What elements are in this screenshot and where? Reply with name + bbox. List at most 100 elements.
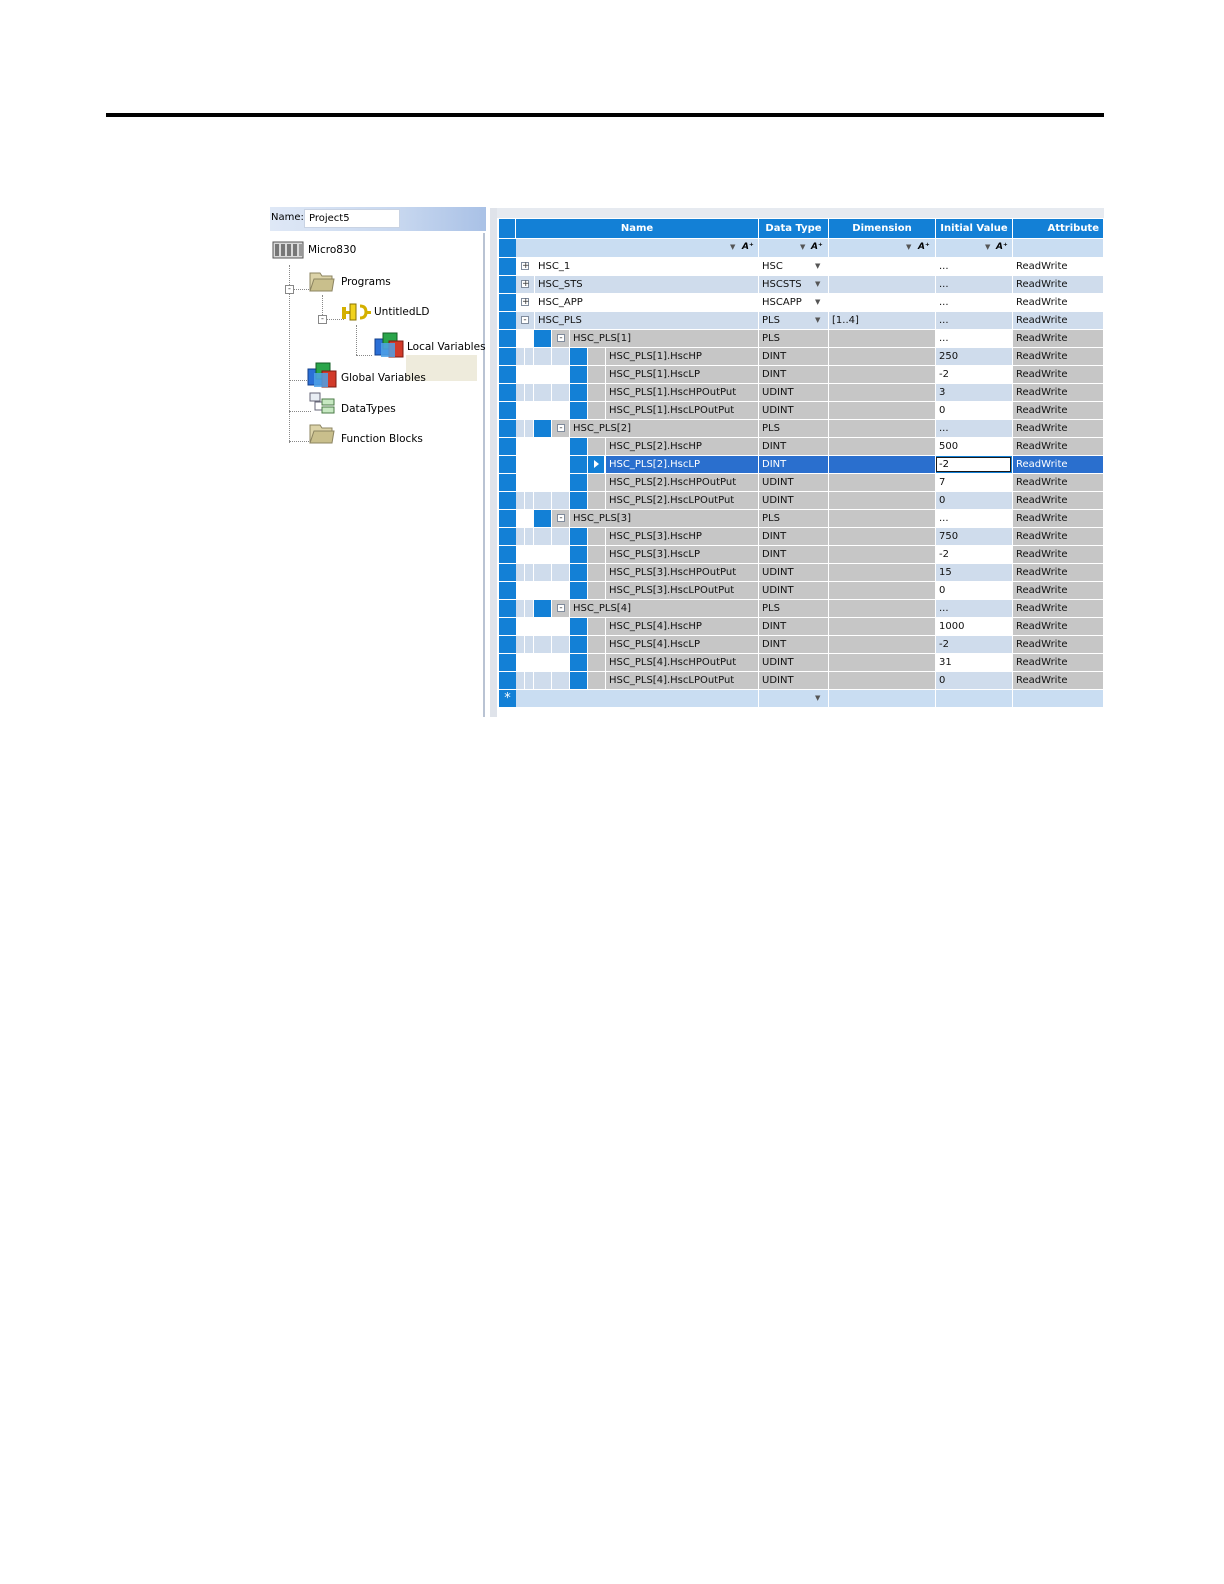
collapse-toggle[interactable]: - [557, 604, 565, 613]
row-selector[interactable] [499, 582, 516, 599]
cell-dimension[interactable] [829, 474, 936, 491]
filter-icon[interactable]: A⁺ [742, 242, 754, 252]
collapse-toggle[interactable]: - [557, 424, 565, 433]
cell-dimension[interactable] [829, 564, 936, 581]
cell-data-type[interactable]: UDINT [759, 654, 829, 671]
cell-initial-value[interactable]: 1000 [936, 618, 1013, 635]
cell-name[interactable]: HSC_PLS[4].HscHP [606, 618, 759, 635]
filter-icon[interactable]: A⁺ [811, 242, 823, 252]
cell-initial-value[interactable]: -2 [936, 366, 1013, 383]
cell-dimension[interactable] [829, 276, 936, 293]
cell-initial-value[interactable]: ... [936, 294, 1013, 311]
new-row-cell-attr[interactable] [1013, 690, 1104, 707]
table-row[interactable]: HSC_PLS[1].HscHPOutPut UDINT 3 ReadWrite [516, 384, 1104, 401]
cell-name[interactable]: HSC_PLS[4].HscLPOutPut [606, 672, 759, 689]
cell-name[interactable]: HSC_PLS[1] [570, 330, 759, 347]
table-row[interactable]: HSC_PLS[2].HscHPOutPut UDINT 7 ReadWrite [516, 474, 1104, 491]
cell-data-type[interactable]: UDINT [759, 492, 829, 509]
cell-initial-value[interactable]: 0 [936, 672, 1013, 689]
cell-attribute[interactable]: ReadWrite [1013, 330, 1104, 347]
cell-data-type[interactable]: DINT [759, 348, 829, 365]
new-row-cell-name[interactable] [516, 690, 759, 707]
cell-dimension[interactable] [829, 258, 936, 275]
cell-name[interactable]: HSC_PLS[1].HscLPOutPut [606, 402, 759, 419]
cell-attribute[interactable]: ReadWrite [1013, 672, 1104, 689]
row-selector[interactable] [499, 636, 516, 653]
cell-attribute[interactable]: ReadWrite [1013, 402, 1104, 419]
cell-initial-value[interactable]: -2 [936, 546, 1013, 563]
cell-dimension[interactable] [829, 528, 936, 545]
row-selector[interactable] [499, 330, 516, 347]
cell-name[interactable]: HSC_STS [535, 276, 759, 293]
cell-name[interactable]: HSC_PLS[2].HscHP [606, 438, 759, 455]
dropdown-arrow-icon[interactable]: ▼ [815, 312, 820, 329]
cell-data-type[interactable]: UDINT [759, 402, 829, 419]
row-selector[interactable] [499, 366, 516, 383]
cell-attribute[interactable]: ReadWrite [1013, 420, 1104, 437]
table-row[interactable]: - HSC_PLS[1] PLS... ReadWrite [516, 330, 1104, 347]
cell-name[interactable]: HSC_PLS [535, 312, 759, 329]
cell-dimension[interactable] [829, 366, 936, 383]
new-row-cell-init[interactable] [936, 690, 1013, 707]
cell-initial-value[interactable]: ... [936, 420, 1013, 437]
filter-dimension[interactable]: ▼ A⁺ [829, 239, 936, 257]
cell-data-type[interactable]: UDINT [759, 564, 829, 581]
filter-data-type[interactable]: ▼ A⁺ [759, 239, 829, 257]
cell-attribute[interactable]: ReadWrite [1013, 510, 1104, 527]
cell-initial-value[interactable]: 0 [936, 402, 1013, 419]
dropdown-arrow-icon[interactable]: ▼ [815, 258, 820, 275]
filter-dropdown-icon[interactable]: ▼ [906, 243, 911, 251]
cell-initial-value[interactable]: 31 [936, 654, 1013, 671]
cell-name[interactable]: HSC_PLS[1].HscHP [606, 348, 759, 365]
cell-dimension[interactable] [829, 402, 936, 419]
cell-name[interactable]: HSC_PLS[2].HscHPOutPut [606, 474, 759, 491]
cell-attribute[interactable]: ReadWrite [1013, 528, 1104, 545]
cell-initial-value[interactable]: ... [936, 600, 1013, 617]
column-header-dimension[interactable]: Dimension [829, 219, 936, 238]
cell-data-type[interactable]: DINT [759, 438, 829, 455]
cell-initial-value[interactable]: -2 [936, 636, 1013, 653]
initial-value-edit-field[interactable]: -2 [936, 457, 1011, 472]
cell-attribute[interactable]: ReadWrite [1013, 600, 1104, 617]
cell-attribute[interactable]: ReadWrite [1013, 258, 1104, 275]
filter-icon[interactable]: A⁺ [996, 242, 1008, 252]
grid-splitter[interactable] [490, 208, 497, 717]
cell-dimension[interactable] [829, 546, 936, 563]
cell-name[interactable]: HSC_PLS[2] [570, 420, 759, 437]
cell-data-type[interactable]: HSCAPP ▼ [759, 294, 829, 311]
cell-dimension[interactable] [829, 510, 936, 527]
row-selector[interactable] [499, 258, 516, 275]
cell-dimension[interactable] [829, 384, 936, 401]
cell-dimension[interactable] [829, 456, 936, 473]
cell-initial-value[interactable]: ... [936, 276, 1013, 293]
row-selector[interactable] [499, 510, 516, 527]
table-row[interactable]: HSC_PLS[3].HscHPOutPut UDINT 15 ReadWrite [516, 564, 1104, 581]
cell-dimension[interactable] [829, 582, 936, 599]
cell-initial-value[interactable]: 500 [936, 438, 1013, 455]
column-header-data-type[interactable]: Data Type [759, 219, 829, 238]
cell-name[interactable]: HSC_PLS[4] [570, 600, 759, 617]
row-selector[interactable] [499, 654, 516, 671]
collapse-programs-toggle[interactable]: - [285, 285, 294, 294]
cell-attribute[interactable]: ReadWrite [1013, 618, 1104, 635]
filter-icon[interactable]: A⁺ [918, 242, 930, 252]
expand-toggle[interactable]: + [521, 298, 530, 307]
cell-data-type[interactable]: HSC ▼ [759, 258, 829, 275]
row-selector[interactable] [499, 456, 516, 473]
cell-attribute[interactable]: ReadWrite [1013, 294, 1104, 311]
row-selector[interactable] [499, 600, 516, 617]
column-header-name[interactable]: Name [516, 219, 759, 238]
cell-name[interactable]: HSC_PLS[3] [570, 510, 759, 527]
collapse-toggle[interactable]: - [521, 316, 529, 325]
column-header-initial-value[interactable]: Initial Value [936, 219, 1013, 238]
cell-data-type[interactable]: UDINT [759, 384, 829, 401]
column-header-attribute[interactable]: Attribute [1013, 219, 1104, 238]
cell-initial-value[interactable]: 0 [936, 582, 1013, 599]
cell-dimension[interactable] [829, 654, 936, 671]
cell-attribute[interactable]: ReadWrite [1013, 654, 1104, 671]
cell-data-type[interactable]: DINT [759, 636, 829, 653]
cell-attribute[interactable]: ReadWrite [1013, 474, 1104, 491]
cell-dimension[interactable] [829, 330, 936, 347]
cell-name[interactable]: HSC_PLS[3].HscLP [606, 546, 759, 563]
row-selector[interactable] [499, 384, 516, 401]
